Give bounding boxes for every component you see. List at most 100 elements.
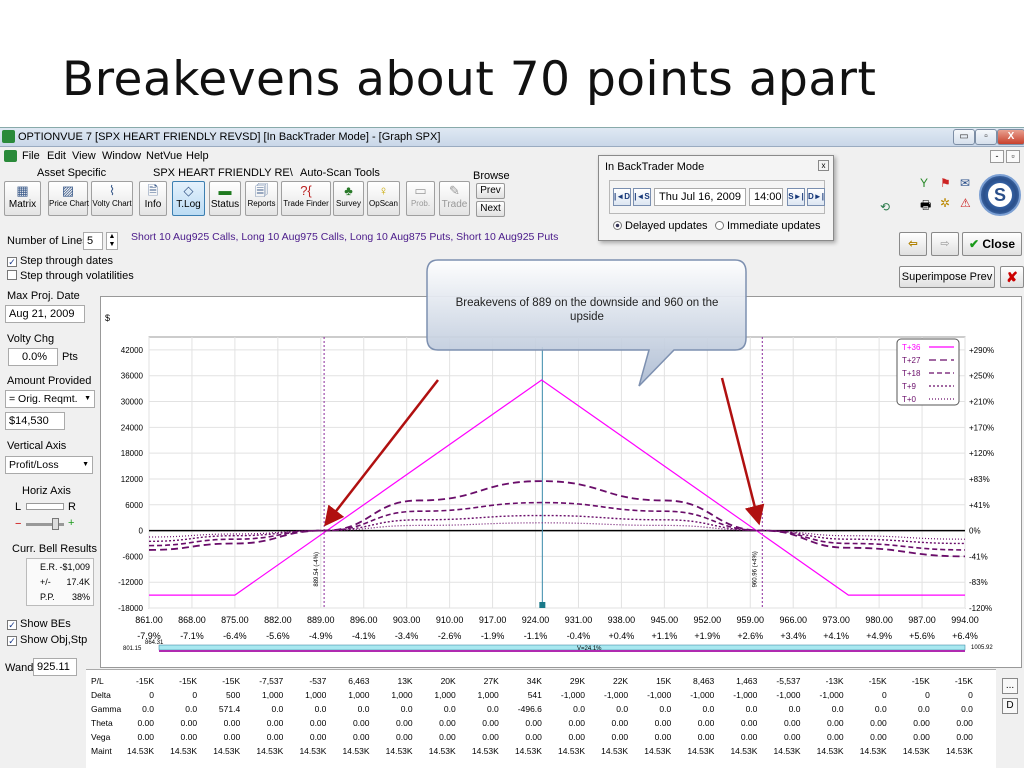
horiz-axis-l-label: L	[15, 501, 22, 513]
greek-cell: 0.0	[745, 704, 758, 714]
greek-cell: 0.0	[874, 704, 887, 714]
greek-row-label: Maint	[91, 746, 112, 756]
zoom-out-button[interactable]: −	[15, 518, 21, 530]
bell-left2-label: 864.31	[145, 640, 164, 646]
menu-netvue[interactable]: NetVue	[146, 150, 182, 162]
superimpose-prev-button[interactable]: Superimpose Prev	[899, 266, 995, 288]
volty-chg-input[interactable]: 0.0%	[8, 348, 58, 366]
prob-button[interactable]: ▭ Prob.	[406, 181, 435, 216]
prev-button[interactable]: Prev	[476, 183, 505, 199]
trade-button[interactable]: ✎ Trade	[439, 181, 470, 216]
step-vols-checkbox[interactable]: Step through volatilities	[7, 270, 134, 282]
greek-cell: -1,000	[819, 690, 844, 700]
forward-step-button[interactable]: S►|	[787, 188, 805, 206]
back-day-button[interactable]: |◄D	[613, 188, 631, 206]
maximize-button[interactable]: ▫	[975, 129, 997, 145]
zoom-slider-thumb[interactable]	[52, 518, 59, 530]
close-button[interactable]: ✔ Close	[962, 232, 1022, 256]
x-tick-label: 903.00	[393, 615, 421, 625]
greek-cell: 1,000	[434, 690, 456, 700]
back-step-button[interactable]: |◄S	[633, 188, 651, 206]
greek-cell: 0.00	[740, 718, 758, 728]
price-chart-button[interactable]: ▨ Price Chart	[48, 181, 89, 216]
menu-window[interactable]: Window	[102, 150, 141, 162]
status-label: Status	[210, 199, 240, 210]
x-tick-label: 952.00	[694, 615, 722, 625]
zoom-in-button[interactable]: +	[68, 517, 74, 529]
info-button[interactable]: 🗎 Info	[139, 181, 167, 216]
bug-icon[interactable]: ✲	[940, 196, 950, 210]
close-window-button[interactable]: X	[997, 129, 1024, 145]
greek-cell: 0.00	[697, 718, 715, 728]
backtrader-close-button[interactable]: x	[818, 160, 829, 171]
close-button-label: Close	[982, 237, 1016, 251]
strategy-name-label: SPX HEART FRIENDLY RE\	[153, 167, 293, 179]
legend-label: T+0	[902, 395, 917, 404]
email-icon[interactable]: ✉	[960, 176, 970, 190]
print-icon[interactable]: 🖶	[920, 196, 931, 217]
max-proj-date-input[interactable]: Aug 21, 2009	[5, 305, 85, 323]
next-button[interactable]: Next	[476, 201, 505, 217]
x-tick-label: 882.00	[264, 615, 292, 625]
menu-view[interactable]: View	[72, 150, 96, 162]
status-button[interactable]: ▬ Status	[209, 181, 241, 216]
greek-cell: 14.53K	[299, 746, 327, 756]
amount-provided-select[interactable]: = Orig. Reqmt.	[5, 390, 95, 408]
mdi-minimize-button[interactable]: -	[990, 150, 1004, 163]
tlog-button[interactable]: ◇ T.Log	[172, 181, 205, 216]
survey-button[interactable]: ♣ Survey	[333, 181, 364, 216]
forward-arrow-button[interactable]: ⇨	[931, 232, 959, 256]
more-button[interactable]: ...	[1002, 678, 1018, 694]
backtrader-date-field[interactable]: Thu Jul 16, 2009	[654, 188, 746, 206]
greek-cell: 0	[881, 690, 887, 700]
step-dates-checkbox[interactable]: ✓ Step through dates	[7, 255, 113, 267]
delayed-updates-radio[interactable]: Delayed updates	[613, 220, 708, 232]
trade-finder-button[interactable]: ?{ Trade Finder	[281, 181, 331, 216]
show-bes-checkbox[interactable]: ✓ Show BEs	[7, 618, 71, 630]
number-of-lines-label: Number of Lines	[7, 235, 88, 247]
mdi-restore-button[interactable]: ▫	[1006, 150, 1020, 163]
minimize-button[interactable]: ▭	[953, 129, 975, 145]
horiz-axis-slider[interactable]	[26, 503, 64, 510]
reports-button[interactable]: 🗐 Reports	[245, 181, 278, 216]
back-arrow-button[interactable]: ⇦	[899, 232, 927, 256]
menu-edit[interactable]: Edit	[47, 150, 66, 162]
x-pct-label: -2.6%	[438, 631, 462, 641]
show-obj-checkbox[interactable]: ✓ Show Obj,Stp	[7, 634, 87, 646]
greek-cell: 0.0	[400, 704, 413, 714]
greek-cell: 0.0	[314, 704, 327, 714]
volty-unit-label: Pts	[62, 351, 78, 363]
wand-input[interactable]: 925.11	[33, 658, 77, 676]
menu-file[interactable]: File	[22, 150, 40, 162]
menu-help[interactable]: Help	[186, 150, 209, 162]
number-of-lines-input[interactable]: 5	[83, 232, 103, 250]
volty-chart-button[interactable]: ⌇ Volty Chart	[91, 181, 133, 216]
refresh-icon[interactable]: ⟲	[880, 200, 890, 214]
app-badge-icon: S	[979, 174, 1021, 216]
vertical-axis-select[interactable]: Profit/Loss	[5, 456, 93, 474]
y-pct-label: +83%	[969, 475, 990, 484]
title-bar: OPTIONVUE 7 [SPX HEART FRIENDLY REVSD] […	[0, 128, 1024, 147]
forward-day-button[interactable]: D►|	[807, 188, 825, 206]
yield-icon[interactable]: Y	[920, 176, 928, 190]
backtrader-time-field[interactable]: 14:00	[749, 188, 783, 206]
greek-cell: 0.00	[482, 718, 499, 728]
immediate-updates-radio[interactable]: Immediate updates	[715, 220, 821, 232]
matrix-button[interactable]: ▦ Matrix	[4, 181, 41, 216]
show-bes-label: Show BEs	[20, 618, 71, 630]
greek-cell: 0.00	[740, 732, 758, 742]
trade-icon: ✎	[449, 183, 460, 198]
bell-results-label: Curr. Bell Results	[12, 543, 97, 555]
x-tick-label: 938.00	[608, 615, 636, 625]
y-pct-label: +290%	[969, 346, 994, 355]
detail-button[interactable]: D	[1002, 698, 1018, 714]
greek-cell: 1,000	[348, 690, 370, 700]
opscan-button[interactable]: ♀ OpScan	[367, 181, 400, 216]
number-of-lines-stepper[interactable]: ▲ ▼	[106, 232, 118, 250]
alert-icon[interactable]: ⚠	[960, 196, 971, 210]
flag-icon[interactable]: ⚑	[940, 176, 951, 190]
cancel-button[interactable]: ✘	[1000, 266, 1024, 288]
y-tick-label: 30000	[121, 398, 144, 407]
greek-cell: 0.00	[956, 732, 973, 742]
show-obj-label: Show Obj,Stp	[20, 634, 88, 646]
